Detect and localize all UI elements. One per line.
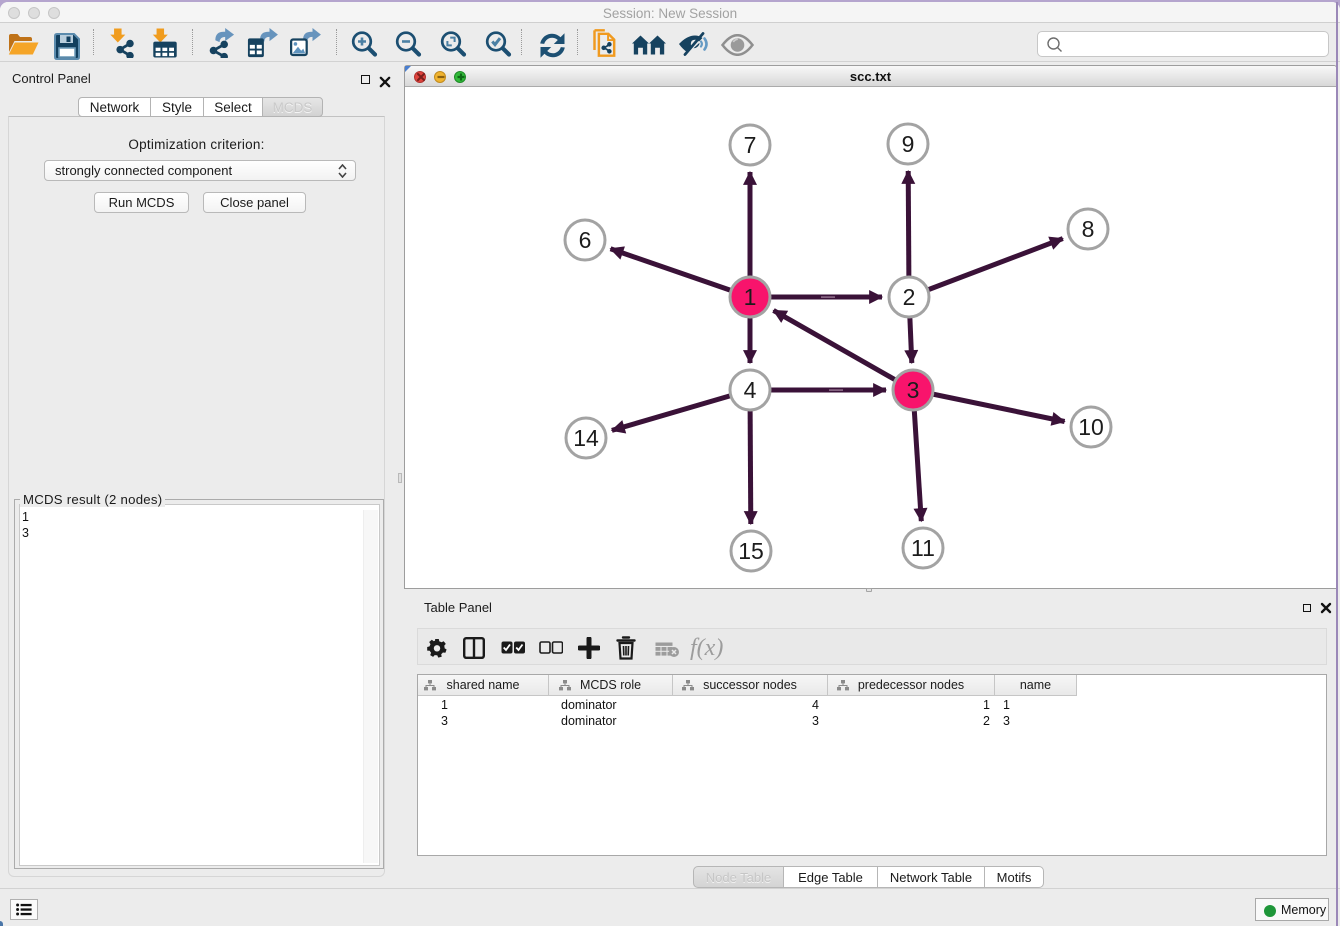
- svg-text:3: 3: [907, 377, 920, 403]
- svg-text:8: 8: [1082, 216, 1095, 242]
- svg-text:9: 9: [902, 131, 915, 157]
- svg-text:10: 10: [1078, 414, 1104, 440]
- svg-text:6: 6: [579, 227, 592, 253]
- svg-text:4: 4: [744, 377, 757, 403]
- svg-text:1: 1: [744, 284, 757, 310]
- svg-text:11: 11: [911, 535, 935, 561]
- svg-text:2: 2: [903, 284, 916, 310]
- svg-text:14: 14: [573, 425, 599, 451]
- svg-text:7: 7: [744, 132, 757, 158]
- svg-text:15: 15: [738, 538, 764, 564]
